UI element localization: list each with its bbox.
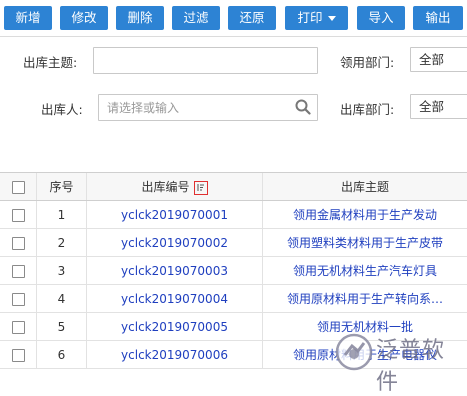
row-checkbox[interactable] (11, 321, 25, 334)
row-code-link[interactable]: yclck2019070003 (87, 257, 263, 284)
edit-button[interactable]: 修改 (60, 6, 108, 30)
row-checkbox[interactable] (11, 293, 25, 306)
row-checkbox[interactable] (11, 209, 25, 222)
table-row[interactable]: 2 yclck2019070002 领用塑料类材料用于生产皮带 (0, 229, 467, 257)
row-index: 4 (37, 285, 87, 312)
restore-button[interactable]: 还原 (228, 6, 276, 30)
table-row[interactable]: 4 yclck2019070004 领用原材料用于生产转向系… (0, 285, 467, 313)
row-code-link[interactable]: yclck2019070001 (87, 201, 263, 228)
row-checkbox[interactable] (11, 265, 25, 278)
select-all-cell (0, 173, 37, 200)
watermark-logo: 泛普软件 (332, 324, 467, 395)
use-dept-label: 领用部门: (340, 55, 395, 70)
person-label: 出库人: (41, 102, 83, 117)
person-field[interactable] (98, 94, 318, 121)
row-index: 3 (37, 257, 87, 284)
out-dept-select[interactable]: 全部 (410, 94, 467, 119)
row-index: 2 (37, 229, 87, 256)
add-button[interactable]: 新增 (4, 6, 52, 30)
row-subject-link[interactable]: 领用金属材料用于生产发动 (263, 201, 467, 228)
row-index: 1 (37, 201, 87, 228)
print-label: 打印 (297, 10, 323, 25)
row-checkbox[interactable] (11, 237, 25, 250)
toolbar-divider (0, 36, 467, 37)
table-row[interactable]: 1 yclck2019070001 领用金属材料用于生产发动 (0, 201, 467, 229)
table-row[interactable]: 3 yclck2019070003 领用无机材料生产汽车灯具 (0, 257, 467, 285)
filter-button[interactable]: 过滤 (172, 6, 220, 30)
row-index: 5 (37, 313, 87, 340)
row-subject-link[interactable]: 领用无机材料生产汽车灯具 (263, 257, 467, 284)
select-all-checkbox[interactable] (11, 181, 25, 194)
row-code-link[interactable]: yclck2019070004 (87, 285, 263, 312)
use-dept-value: 全部 (419, 52, 445, 67)
caret-down-icon (327, 16, 336, 21)
header-code: 出库编号 (141, 180, 190, 194)
row-subject-link[interactable]: 领用塑料类材料用于生产皮带 (263, 229, 467, 256)
print-button[interactable]: 打印 (285, 6, 348, 30)
sort-icon[interactable] (193, 180, 208, 195)
search-icon[interactable] (295, 99, 311, 115)
header-index: 序号 (37, 173, 87, 200)
export-button[interactable]: 输出 (413, 6, 463, 30)
row-code-link[interactable]: yclck2019070006 (87, 341, 263, 368)
person-input[interactable] (99, 95, 317, 120)
header-code-cell[interactable]: 出库编号 (87, 173, 263, 200)
row-checkbox[interactable] (11, 349, 25, 362)
delete-button[interactable]: 删除 (116, 6, 164, 30)
out-dept-label: 出库部门: (340, 102, 395, 117)
row-code-link[interactable]: yclck2019070005 (87, 313, 263, 340)
subject-field[interactable] (93, 47, 318, 74)
subject-label: 出库主题: (23, 55, 78, 70)
import-button[interactable]: 导入 (357, 6, 405, 30)
row-index: 6 (37, 341, 87, 368)
subject-input[interactable] (94, 48, 317, 73)
use-dept-select[interactable]: 全部 (410, 47, 467, 72)
toolbar: 新增 修改 删除 过滤 还原 打印 导入 输出 (0, 0, 467, 34)
out-dept-value: 全部 (419, 99, 445, 114)
header-subject: 出库主题 (340, 180, 389, 194)
row-subject-link[interactable]: 领用原材料用于生产转向系… (263, 285, 467, 312)
table-header: 序号 出库编号 出库主题 (0, 173, 467, 201)
row-code-link[interactable]: yclck2019070002 (87, 229, 263, 256)
watermark-text: 泛普软件 (376, 338, 446, 395)
